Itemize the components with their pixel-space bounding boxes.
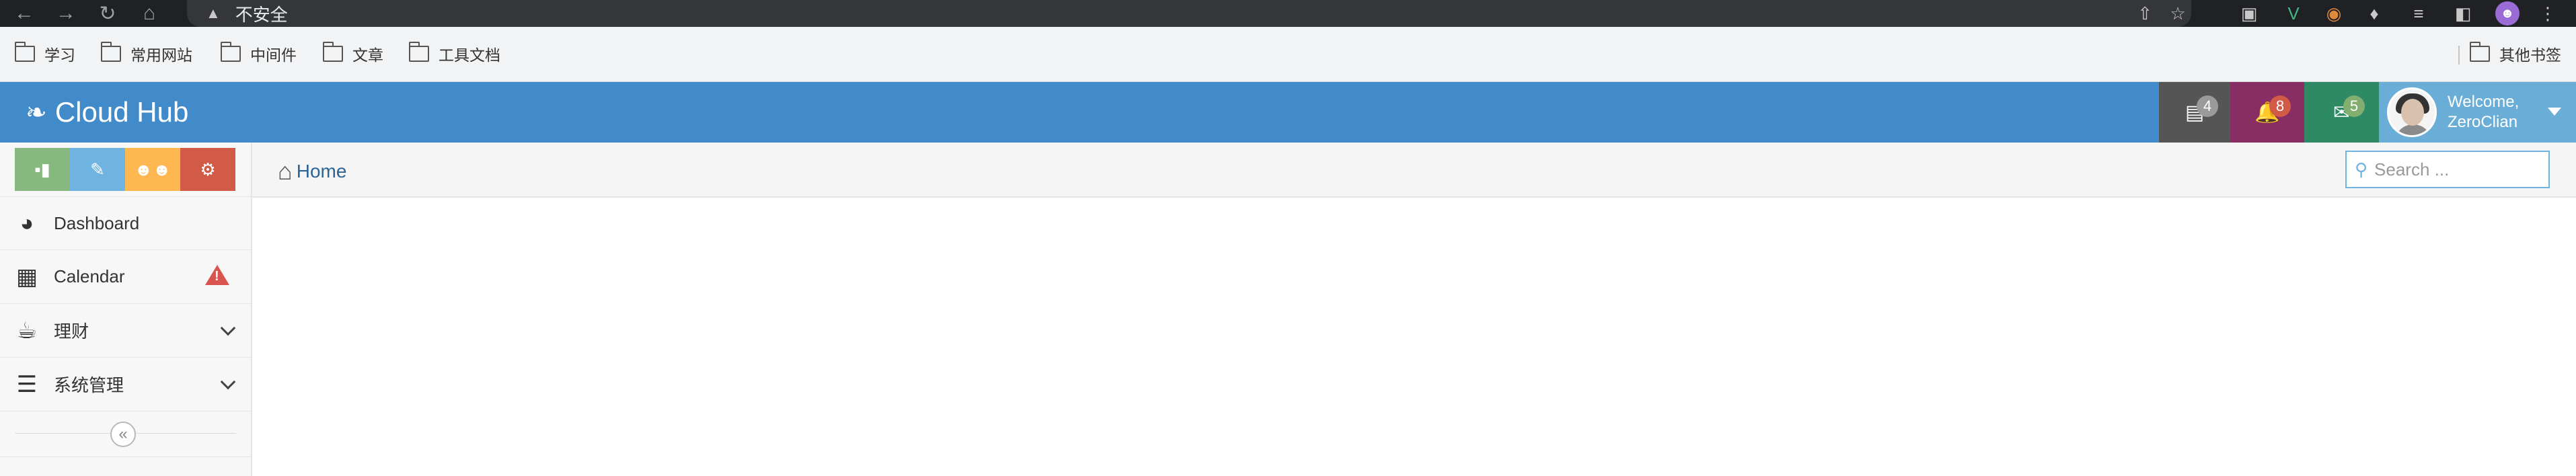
sidebar-item-calendar[interactable]: ▦ Calendar ! — [0, 250, 251, 304]
double-chevron-left-icon: « — [118, 425, 128, 443]
sidebar-item-label: 理财 — [54, 321, 89, 342]
home-browser-icon[interactable]: ⌂ — [135, 0, 164, 27]
sidebar: ▪▮ ✎ ☻☻ ⚙ ◕ Dashboard ▦ Calendar ! ☕ 理财 … — [0, 143, 252, 476]
extensions-puzzle-icon[interactable]: ♦ — [2362, 1, 2386, 26]
breadcrumb-home-link[interactable]: Home — [297, 161, 347, 182]
breadcrumb: ⌂ Home — [278, 157, 346, 186]
reading-list-icon[interactable]: ≡ — [2407, 1, 2431, 26]
folder-icon — [101, 42, 121, 62]
profile-avatar-icon[interactable]: ☻ — [2495, 1, 2520, 26]
bookmark-folder-articles[interactable]: 文章 — [323, 42, 383, 66]
messages-badge: 5 — [2343, 95, 2365, 117]
shortcut-users-button[interactable]: ☻☻ — [125, 148, 180, 191]
extension-glasses-icon[interactable]: ▣ — [2237, 1, 2261, 26]
extension-owl-icon[interactable]: ◉ — [2322, 1, 2346, 26]
folder-icon — [409, 42, 429, 62]
bookmark-star-icon[interactable]: ☆ — [2167, 3, 2189, 24]
leaf-icon: ❧ — [26, 98, 47, 127]
shortcut-signal-button[interactable]: ▪▮ — [15, 148, 70, 191]
avatar — [2387, 87, 2437, 137]
sidebar-item-label: Calendar — [54, 266, 125, 286]
chevron-down-icon — [220, 320, 236, 336]
shortcut-pencil-button[interactable]: ✎ — [70, 148, 125, 191]
app-navbar: ❧ Cloud Hub ▤ 4 🔔 8 ✉ 5 Welcome, ZeroCli… — [0, 82, 2576, 143]
search-box: ⚲ — [2345, 151, 2550, 188]
notifications-button[interactable]: 🔔 8 — [2230, 82, 2304, 143]
tasks-button[interactable]: ▤ 4 — [2159, 82, 2230, 143]
dashboard-icon: ◕ — [20, 210, 34, 236]
notifications-badge: 8 — [2269, 95, 2291, 117]
sidebar-item-dashboard[interactable]: ◕ Dashboard — [0, 196, 251, 250]
username: ZeroClian — [2448, 113, 2518, 131]
calendar-icon: ▦ — [15, 264, 38, 290]
welcome-text: Welcome, — [2448, 93, 2520, 111]
brand-name: Cloud Hub — [54, 96, 189, 128]
side-panel-icon[interactable]: ◧ — [2451, 1, 2475, 26]
bookmark-folder-middleware[interactable]: 中间件 — [221, 42, 297, 66]
signal-icon: ▪▮ — [34, 159, 50, 180]
main-content — [254, 198, 2576, 476]
security-label: 不安全 — [235, 4, 288, 25]
forward-icon[interactable]: → — [51, 0, 81, 27]
messages-button[interactable]: ✉ 5 — [2304, 82, 2379, 143]
collapse-sidebar-button[interactable]: « — [110, 422, 136, 447]
user-menu[interactable]: Welcome, ZeroClian — [2379, 82, 2576, 143]
chevron-down-icon — [220, 374, 236, 390]
bookmark-folder-other[interactable]: 其他书签 — [2470, 42, 2561, 66]
sidebar-collapse-row: « — [0, 410, 251, 457]
tasks-badge: 4 — [2197, 95, 2218, 117]
bookmark-folder-study[interactable]: 学习 — [15, 42, 75, 66]
search-icon: ⚲ — [2355, 159, 2368, 180]
pencil-icon: ✎ — [90, 159, 105, 180]
share-icon[interactable]: ⇧ — [2134, 3, 2156, 24]
folder-icon — [15, 42, 35, 62]
warning-icon: ! — [205, 265, 229, 285]
back-icon[interactable]: ← — [9, 0, 39, 27]
list-icon: ☰ — [16, 371, 38, 397]
warning-icon: ▲ — [206, 5, 221, 22]
user-info: Welcome, ZeroClian — [2448, 92, 2519, 132]
more-menu-icon[interactable]: ⋮ — [2536, 1, 2560, 26]
bookmarks-bar: 学习 常用网站 中间件 文章 工具文档 其他书签 — [0, 27, 2576, 82]
breadcrumb-bar: ⌂ Home ⚲ — [252, 143, 2576, 198]
cogs-icon: ⚙ — [200, 159, 216, 180]
sidebar-item-label: 系统管理 — [54, 375, 124, 395]
bookmarks-divider — [2458, 46, 2460, 65]
folder-icon — [323, 42, 343, 62]
folder-icon — [221, 42, 241, 62]
bookmark-folder-common-sites[interactable]: 常用网站 — [101, 42, 192, 66]
sidebar-shortcuts: ▪▮ ✎ ☻☻ ⚙ — [15, 148, 235, 191]
folder-icon — [2470, 42, 2490, 62]
coffee-icon: ☕ — [16, 317, 38, 344]
bookmark-folder-tool-docs[interactable]: 工具文档 — [409, 42, 500, 66]
home-icon: ⌂ — [278, 157, 293, 185]
reload-icon[interactable]: ↻ — [93, 0, 122, 27]
users-icon: ☻☻ — [134, 159, 172, 180]
vue-devtools-icon[interactable]: V — [2281, 1, 2306, 26]
sidebar-item-label: Dashboard — [54, 212, 140, 233]
address-bar[interactable]: ▲ 不安全 ⇧ ☆ — [187, 0, 2191, 27]
sidebar-item-system-management[interactable]: ☰ 系统管理 — [0, 358, 251, 411]
shortcut-cogs-button[interactable]: ⚙ — [180, 148, 235, 191]
browser-nav: ← → ↻ ⌂ — [9, 0, 164, 27]
brand[interactable]: ❧ Cloud Hub — [26, 82, 188, 143]
sidebar-item-finance[interactable]: ☕ 理财 — [0, 304, 251, 358]
caret-down-icon — [2548, 108, 2561, 116]
search-input[interactable] — [2374, 159, 2536, 180]
browser-toolbar: ← → ↻ ⌂ ▲ 不安全 ⇧ ☆ ▣ V ◉ ♦ ≡ ◧ ☻ ⋮ — [0, 0, 2576, 27]
